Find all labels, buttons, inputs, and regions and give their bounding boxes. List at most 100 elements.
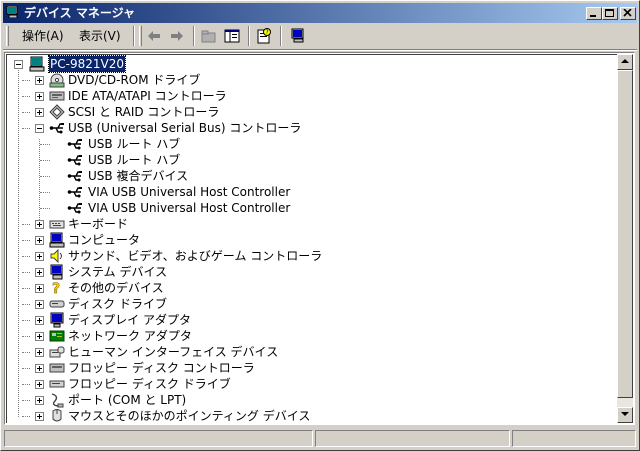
close-button[interactable] xyxy=(620,7,636,20)
expand-toggle[interactable] xyxy=(35,284,44,293)
expand-toggle[interactable] xyxy=(35,220,44,229)
tree-category-label[interactable]: ポート (COM と LPT) xyxy=(68,392,186,408)
tree-category-label[interactable]: コンピュータ xyxy=(68,232,140,248)
expand-toggle[interactable] xyxy=(35,332,44,341)
tree-device[interactable]: USB ルート ハブ xyxy=(9,152,569,168)
scroll-up-button[interactable] xyxy=(617,54,633,70)
tree-category[interactable]: ディスク ドライブ xyxy=(9,296,569,312)
back-button[interactable] xyxy=(144,27,164,45)
collapse-toggle[interactable] xyxy=(35,124,44,133)
tree-category[interactable]: DVD/CD-ROM ドライブ xyxy=(9,72,569,88)
tree-category[interactable]: キーボード xyxy=(9,216,569,232)
tree-category[interactable]: システム デバイス xyxy=(9,264,569,280)
tree-category-label[interactable]: フロッピー ディスク ドライブ xyxy=(68,376,231,392)
tree-category-label[interactable]: フロッピー ディスク コントローラ xyxy=(68,360,255,376)
menu-action[interactable]: 操作(A) xyxy=(22,29,64,43)
tree-category-label[interactable]: USB (Universal Serial Bus) コントローラ xyxy=(68,120,301,136)
usb-device-icon xyxy=(67,155,82,166)
tree-device-label[interactable]: VIA USB Universal Host Controller xyxy=(88,184,290,200)
expand-toggle[interactable] xyxy=(35,300,44,309)
expand-toggle[interactable] xyxy=(35,76,44,85)
expand-toggle[interactable] xyxy=(35,252,44,261)
toolbar-grip[interactable] xyxy=(139,26,142,46)
status-panel-main xyxy=(4,430,313,447)
device-tree-pane[interactable]: PC-9821V20 DVD/CD-ROM ドライブ IDE ATA/ATAPI … xyxy=(4,52,635,425)
tree-category-label[interactable]: マウスとそのほかのポインティング デバイス xyxy=(68,408,310,423)
minimize-icon xyxy=(590,15,596,17)
tree-category[interactable]: USB (Universal Serial Bus) コントローラ xyxy=(9,120,569,136)
status-panel-middle xyxy=(315,430,510,447)
tree-category-label[interactable]: ディスク ドライブ xyxy=(68,296,167,312)
tree-category-label[interactable]: ネットワーク アダプタ xyxy=(68,328,192,344)
tree-category[interactable]: フロッピー ディスク ドライブ xyxy=(9,376,569,392)
minimize-button[interactable] xyxy=(586,7,602,20)
maximize-button[interactable] xyxy=(602,7,618,20)
expand-toggle[interactable] xyxy=(35,412,44,421)
tree-category-label[interactable]: サウンド、ビデオ、およびゲーム コントローラ xyxy=(68,248,322,264)
plus-icon xyxy=(37,94,42,99)
menu-view[interactable]: 表示(V) xyxy=(79,29,121,43)
tree-category-label[interactable]: その他のデバイス xyxy=(68,280,164,296)
tree-category[interactable]: ? その他のデバイス xyxy=(9,280,569,296)
vertical-scrollbar[interactable] xyxy=(617,54,633,423)
tree-category[interactable]: ネットワーク アダプタ xyxy=(9,328,569,344)
tree-category[interactable]: ポート (COM と LPT) xyxy=(9,392,569,408)
tree-category-label[interactable]: キーボード xyxy=(68,216,128,232)
tree-device[interactable]: USB 複合デバイス xyxy=(9,168,569,184)
menu-grip[interactable] xyxy=(6,26,9,46)
tree-category-label[interactable]: DVD/CD-ROM ドライブ xyxy=(68,72,200,88)
properties-button[interactable]: ? xyxy=(254,27,274,45)
scroll-down-button[interactable] xyxy=(617,407,633,423)
tree-category[interactable]: IDE ATA/ATAPI コントローラ xyxy=(9,88,569,104)
toolbar-divider xyxy=(3,49,637,51)
show-hide-tree-button[interactable] xyxy=(222,27,242,45)
collapse-toggle[interactable] xyxy=(14,60,23,69)
tree-device-label[interactable]: USB ルート ハブ xyxy=(88,136,180,152)
plus-icon xyxy=(37,78,42,83)
tree-device[interactable]: USB ルート ハブ xyxy=(9,136,569,152)
tree-device[interactable]: VIA USB Universal Host Controller xyxy=(9,200,569,216)
expand-toggle[interactable] xyxy=(35,108,44,117)
update-driver-button[interactable] xyxy=(288,27,308,45)
tree-category-label[interactable]: SCSI と RAID コントローラ xyxy=(68,104,219,120)
status-bar xyxy=(3,428,637,448)
tree-device-label[interactable]: VIA USB Universal Host Controller xyxy=(88,200,290,216)
tree-category-label[interactable]: IDE ATA/ATAPI コントローラ xyxy=(68,88,227,104)
expand-toggle[interactable] xyxy=(35,92,44,101)
tree-category[interactable]: ヒューマン インターフェイス デバイス xyxy=(9,344,569,360)
tree-category[interactable]: SCSI と RAID コントローラ xyxy=(9,104,569,120)
tree-device-label[interactable]: USB 複合デバイス xyxy=(88,168,188,184)
up-button[interactable] xyxy=(199,27,219,45)
tree-root[interactable]: PC-9821V20 xyxy=(9,55,129,73)
tree-category[interactable]: マウスとそのほかのポインティング デバイス xyxy=(9,408,569,423)
tree-category[interactable]: ディスプレイ アダプタ xyxy=(9,312,569,328)
tree-device[interactable]: VIA USB Universal Host Controller xyxy=(9,184,569,200)
tree-category-label[interactable]: システム デバイス xyxy=(68,264,167,280)
plus-icon xyxy=(37,238,42,243)
forward-arrow-icon xyxy=(171,31,183,41)
expand-toggle[interactable] xyxy=(35,316,44,325)
update-driver-icon xyxy=(291,28,304,43)
floppy-drive-icon xyxy=(49,380,65,388)
minus-icon xyxy=(37,128,42,129)
expand-toggle[interactable] xyxy=(35,396,44,405)
toolbar-separator xyxy=(280,26,282,46)
device-manager-icon xyxy=(6,6,18,18)
tree-root-label[interactable]: PC-9821V20 xyxy=(48,55,126,73)
tree-category[interactable]: コンピュータ xyxy=(9,232,569,248)
scroll-thumb[interactable] xyxy=(617,70,633,398)
device-tree[interactable]: PC-9821V20 DVD/CD-ROM ドライブ IDE ATA/ATAPI … xyxy=(6,54,617,423)
tree-category[interactable]: サウンド、ビデオ、およびゲーム コントローラ xyxy=(9,248,569,264)
expand-toggle[interactable] xyxy=(35,364,44,373)
expand-toggle[interactable] xyxy=(35,268,44,277)
expand-toggle[interactable] xyxy=(35,236,44,245)
expand-toggle[interactable] xyxy=(35,348,44,357)
tree-category-label[interactable]: ヒューマン インターフェイス デバイス xyxy=(68,344,278,360)
tree-device-label[interactable]: USB ルート ハブ xyxy=(88,152,180,168)
tree-category[interactable]: フロッピー ディスク コントローラ xyxy=(9,360,569,376)
forward-button[interactable] xyxy=(167,27,187,45)
title-bar[interactable]: デバイス マネージャ xyxy=(3,3,637,23)
floppy-controller-icon xyxy=(49,363,65,373)
expand-toggle[interactable] xyxy=(35,380,44,389)
tree-category-label[interactable]: ディスプレイ アダプタ xyxy=(68,312,191,328)
